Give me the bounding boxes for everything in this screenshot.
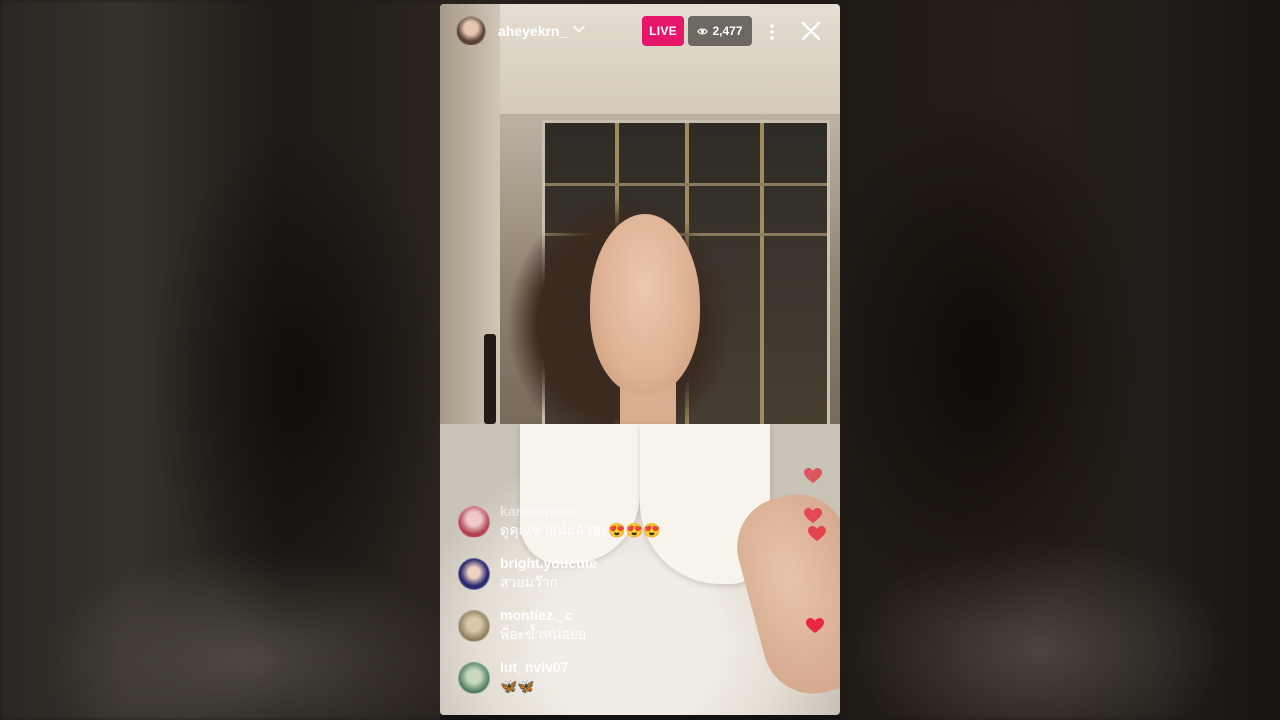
comment-body: bright.youcute สวยมว๊าก bbox=[500, 554, 597, 592]
heart-icon bbox=[804, 468, 822, 483]
heart-icon bbox=[804, 508, 822, 523]
commenter-avatar[interactable] bbox=[458, 662, 490, 694]
live-stream-page: aheyekrn_ LIVE 2,477 kammmmic_ ดูคุณชายน… bbox=[0, 0, 1280, 720]
live-badge: LIVE bbox=[642, 16, 684, 46]
comment-item[interactable]: lut_nvlv07 🦋🦋 bbox=[458, 658, 758, 710]
heart-icon bbox=[808, 526, 826, 541]
commenter-avatar[interactable] bbox=[458, 558, 490, 590]
viewer-count: 2,477 bbox=[712, 24, 743, 38]
commenter-avatar[interactable] bbox=[458, 610, 490, 642]
comment-text: สวยมว๊าก bbox=[500, 574, 559, 590]
heart-icon bbox=[806, 618, 824, 633]
comment-item[interactable]: kammmmic_ ดูคุณชายน์แล้วฮะ😍😍😍 bbox=[458, 502, 758, 554]
host-username[interactable]: aheyekrn_ bbox=[498, 23, 567, 39]
comment-body: montiez._c พี่อะข้ำหน่อยย bbox=[500, 606, 586, 644]
more-options-icon[interactable] bbox=[764, 20, 780, 44]
comment-item[interactable]: montiez._c พี่อะข้ำหน่อยย bbox=[458, 606, 758, 658]
live-video-frame[interactable]: aheyekrn_ LIVE 2,477 kammmmic_ ดูคุณชายน… bbox=[440, 4, 840, 715]
close-icon[interactable] bbox=[798, 18, 824, 44]
commenter-avatar[interactable] bbox=[458, 506, 490, 538]
viewer-count-badge[interactable]: 2,477 bbox=[688, 16, 752, 46]
streamer-face bbox=[590, 214, 700, 394]
comment-username[interactable]: kammmmic_ bbox=[500, 502, 660, 520]
live-comments-list: kammmmic_ ดูคุณชายน์แล้วฮะ😍😍😍 bright.you… bbox=[458, 502, 758, 710]
chevron-down-icon[interactable] bbox=[572, 22, 586, 36]
stream-header: aheyekrn_ LIVE 2,477 bbox=[440, 4, 840, 60]
bottom-bar bbox=[440, 715, 840, 720]
comment-body: lut_nvlv07 🦋🦋 bbox=[500, 658, 568, 696]
comment-username[interactable]: lut_nvlv07 bbox=[500, 658, 568, 676]
eye-icon bbox=[697, 28, 709, 34]
comment-text: ดูคุณชายน์แล้วฮะ😍😍😍 bbox=[500, 522, 661, 538]
comment-item[interactable]: bright.youcute สวยมว๊าก bbox=[458, 554, 758, 606]
comment-body: kammmmic_ ดูคุณชายน์แล้วฮะ😍😍😍 bbox=[500, 502, 660, 540]
host-avatar[interactable] bbox=[456, 16, 486, 46]
comment-username[interactable]: montiez._c bbox=[500, 606, 586, 624]
comment-username[interactable]: bright.youcute bbox=[500, 554, 597, 572]
comment-text: 🦋🦋 bbox=[500, 678, 535, 694]
comment-text: พี่อะข้ำหน่อยย bbox=[500, 626, 587, 642]
